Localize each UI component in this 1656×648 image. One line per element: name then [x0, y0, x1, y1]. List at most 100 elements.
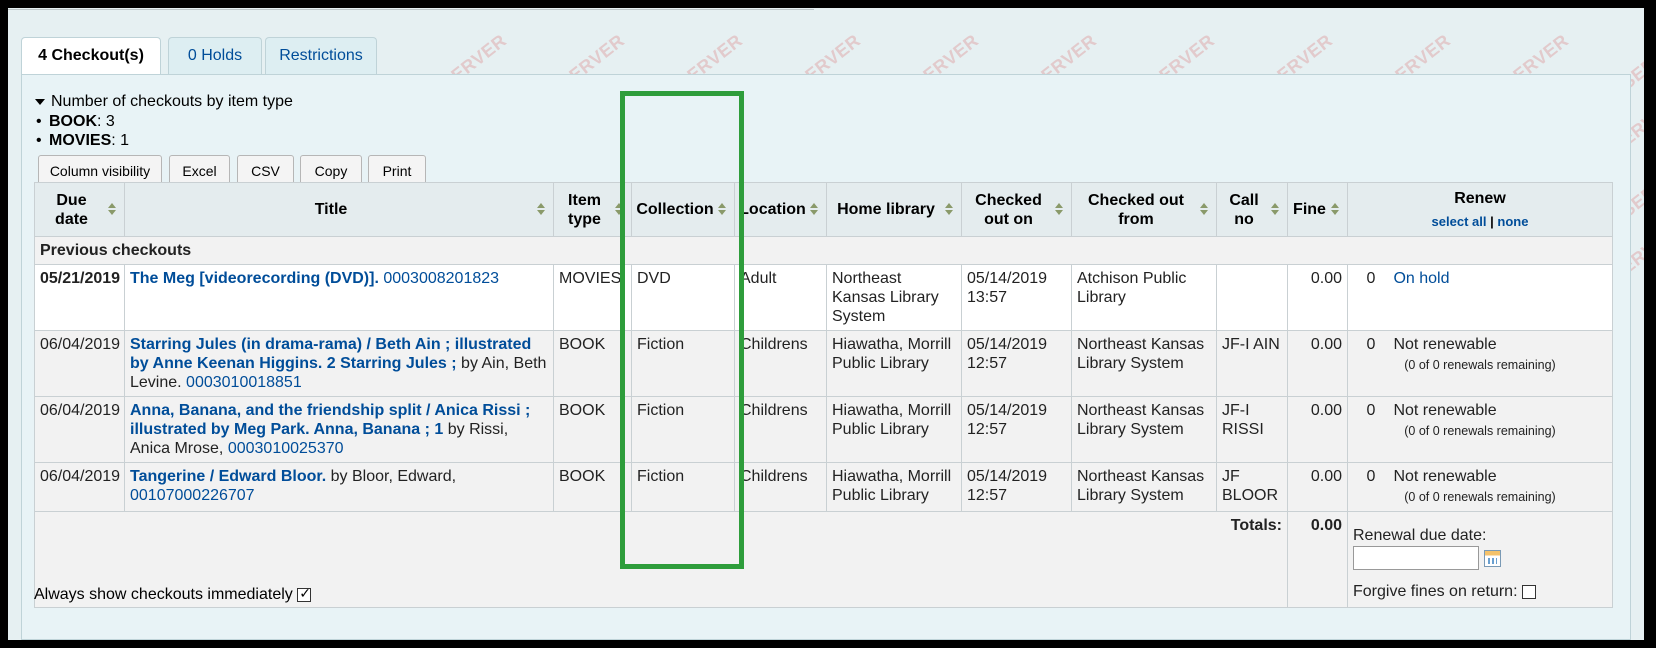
forgive-fines-row: Forgive fines on return:: [1353, 582, 1607, 601]
title-link[interactable]: Tangerine / Edward Bloor.: [130, 468, 326, 485]
summary-toggle[interactable]: Number of checkouts by item type: [35, 92, 293, 112]
renew-count: 0: [1366, 402, 1376, 419]
col-home-library[interactable]: Home library: [826, 182, 962, 237]
sort-icon: [108, 203, 116, 215]
sort-icon: [945, 203, 953, 215]
fine-cell: 0.00: [1287, 462, 1348, 512]
col-label: Fine: [1293, 201, 1326, 218]
renewal-due-date-label: Renewal due date:: [1353, 527, 1487, 544]
item-type-list: BOOK: 3 MOVIES: 1: [35, 112, 293, 151]
renew-count: 0: [1366, 336, 1376, 353]
always-show-label: Always show checkouts immediately: [34, 586, 293, 603]
due-date-cell: 06/04/2019: [34, 396, 125, 463]
title-link[interactable]: The Meg [videorecording (DVD)].: [130, 270, 379, 287]
always-show-checkbox[interactable]: [297, 585, 312, 602]
sort-icon: [810, 203, 818, 215]
item-type-cell: BOOK: [553, 396, 632, 463]
collection-cell: Fiction: [631, 396, 735, 463]
sort-icon: [1331, 203, 1339, 215]
col-label: Checked out on: [975, 191, 1042, 228]
location-cell: Childrens: [734, 330, 827, 397]
collection-cell: DVD: [631, 264, 735, 331]
forgive-fines-checkbox[interactable]: [1521, 584, 1536, 599]
call-no-cell: [1216, 264, 1288, 331]
col-label: Collection: [636, 201, 714, 218]
table-row: 05/21/2019 The Meg [videorecording (DVD)…: [34, 264, 1613, 331]
due-date-cell: 06/04/2019: [34, 330, 125, 397]
table-header-row: Due date Title Item type Collection Loca…: [34, 182, 1613, 237]
forgive-fines-label: Forgive fines on return:: [1353, 583, 1518, 600]
author-text: by Bloor, Edward,: [330, 468, 457, 485]
call-no-cell: JF-I AIN: [1216, 330, 1288, 397]
tab-restrictions[interactable]: Restrictions: [265, 37, 377, 74]
checked-out-on-cell: 05/14/2019 13:57: [961, 264, 1072, 331]
sort-icon: [1271, 203, 1279, 215]
barcode-link[interactable]: 0003008201823: [383, 270, 499, 287]
on-hold-link[interactable]: On hold: [1393, 270, 1449, 287]
col-label: Due date: [55, 191, 88, 228]
select-none-link[interactable]: none: [1497, 214, 1528, 229]
tab-checkouts[interactable]: 4 Checkout(s): [21, 37, 161, 76]
home-library-cell: Northeast Kansas Library System: [826, 264, 962, 331]
title-cell: Starring Jules (in drama-rama) / Beth Ai…: [124, 330, 554, 397]
barcode-link[interactable]: 0003010025370: [228, 440, 344, 457]
item-type-cell: BOOK: [553, 462, 632, 512]
renew-status: Not renewable: [1393, 402, 1497, 419]
renew-options-cell: Renewal due date: Forgive fines on retur…: [1347, 511, 1613, 608]
renew-note: (0 of 0 renewals remaining): [1404, 490, 1556, 504]
collection-cell: Fiction: [631, 462, 735, 512]
checked-out-from-cell: Northeast Kansas Library System: [1071, 330, 1217, 397]
call-no-cell: JF-I RISSI: [1216, 396, 1288, 463]
renew-cell: 0 Not renewable (0 of 0 renewals remainin…: [1347, 330, 1613, 397]
home-library-cell: Hiawatha, Morrill Public Library: [826, 396, 962, 463]
col-checked-out-on[interactable]: Checked out on: [961, 182, 1072, 237]
renew-cell: 0 On hold: [1347, 264, 1613, 331]
barcode-link[interactable]: 0003010018851: [186, 374, 302, 391]
renew-cell: 0 Not renewable (0 of 0 renewals remainin…: [1347, 396, 1613, 463]
title-cell: The Meg [videorecording (DVD)]. 00030082…: [124, 264, 554, 331]
checked-out-from-cell: Northeast Kansas Library System: [1071, 462, 1217, 512]
col-due-date[interactable]: Due date: [34, 182, 125, 237]
sort-icon: [615, 203, 623, 215]
col-location[interactable]: Location: [734, 182, 827, 237]
renewal-due-date-input[interactable]: [1353, 546, 1479, 570]
checked-out-on-cell: 05/14/2019 12:57: [961, 330, 1072, 397]
table-row: 06/04/2019 Starring Jules (in drama-rama…: [34, 330, 1613, 397]
col-item-type[interactable]: Item type: [553, 182, 632, 237]
tab-holds[interactable]: 0 Holds: [168, 37, 262, 74]
sort-icon: [537, 203, 545, 215]
col-fine[interactable]: Fine: [1287, 182, 1348, 237]
renew-status: Not renewable: [1393, 336, 1497, 353]
col-renew: Renew select all | none: [1347, 182, 1613, 237]
totals-value: 0.00: [1287, 511, 1348, 608]
table-row: 06/04/2019 Tangerine / Edward Bloor. by …: [34, 462, 1613, 512]
col-label: Checked out from: [1087, 191, 1184, 228]
checkouts-page: TEST SERVERTEST SERVERTEST SERVERTEST SE…: [8, 8, 1644, 640]
col-collection[interactable]: Collection: [631, 182, 735, 237]
calendar-icon[interactable]: [1484, 549, 1501, 567]
checked-out-on-cell: 05/14/2019 12:57: [961, 462, 1072, 512]
select-all-link[interactable]: select all: [1432, 214, 1487, 229]
top-divider: [8, 8, 814, 10]
location-cell: Childrens: [734, 396, 827, 463]
link-separator: |: [1490, 213, 1494, 229]
caret-down-icon: [35, 98, 45, 105]
barcode-link[interactable]: 00107000226707: [130, 487, 255, 504]
col-call-no[interactable]: Call no: [1216, 182, 1288, 237]
col-label: Renew: [1454, 189, 1506, 207]
checkouts-by-type-summary: Number of checkouts by item type BOOK: 3…: [35, 92, 293, 151]
item-type-cell: MOVIES: [553, 264, 632, 331]
home-library-cell: Hiawatha, Morrill Public Library: [826, 462, 962, 512]
list-item: BOOK: 3: [36, 112, 293, 132]
collection-cell: Fiction: [631, 330, 735, 397]
renew-select-links: select all | none: [1352, 212, 1608, 231]
item-type-cell: BOOK: [553, 330, 632, 397]
fine-cell: 0.00: [1287, 264, 1348, 331]
renewal-date-row: [1353, 546, 1607, 570]
checked-out-from-cell: Atchison Public Library: [1071, 264, 1217, 331]
col-title[interactable]: Title: [124, 182, 554, 237]
col-checked-out-from[interactable]: Checked out from: [1071, 182, 1217, 237]
due-date-cell: 06/04/2019: [34, 462, 125, 512]
item-type-name: BOOK: [49, 112, 97, 130]
fine-cell: 0.00: [1287, 396, 1348, 463]
